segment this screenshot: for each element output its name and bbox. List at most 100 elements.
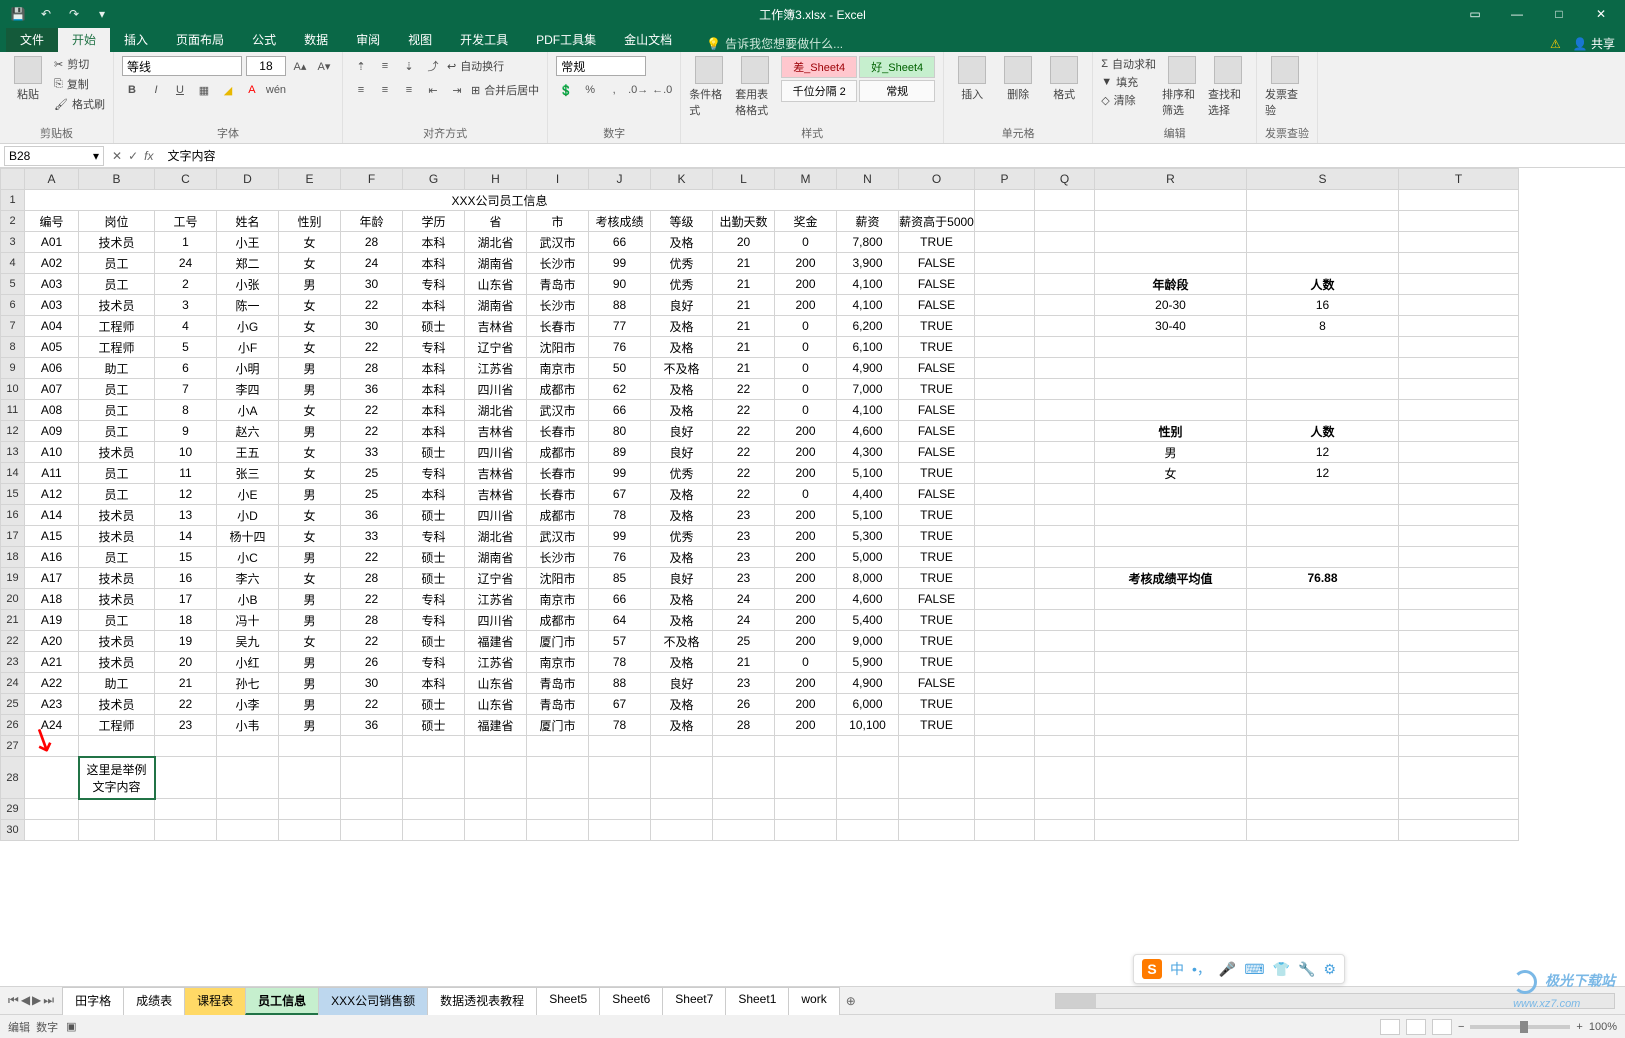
row-header[interactable]: 24	[1, 673, 25, 694]
row-header[interactable]: 8	[1, 337, 25, 358]
sheet-nav-prev-icon[interactable]: ◀	[21, 993, 30, 1008]
cell[interactable]	[1399, 526, 1519, 547]
cell[interactable]	[1035, 190, 1095, 211]
cell[interactable]: 福建省	[465, 715, 527, 736]
cell[interactable]: 良好	[651, 295, 713, 316]
cell[interactable]: 及格	[651, 694, 713, 715]
cell[interactable]: 22	[713, 442, 775, 463]
cell[interactable]: 5,300	[837, 526, 899, 547]
row-header[interactable]: 7	[1, 316, 25, 337]
cell[interactable]: 21	[713, 274, 775, 295]
cell[interactable]: 26	[713, 694, 775, 715]
cell[interactable]: 67	[589, 694, 651, 715]
cell[interactable]: 性别	[1095, 421, 1247, 442]
cell[interactable]: 及格	[651, 232, 713, 253]
cell[interactable]	[713, 736, 775, 757]
cell[interactable]: 22	[713, 421, 775, 442]
cell[interactable]: 6,200	[837, 316, 899, 337]
cell[interactable]: 小红	[217, 652, 279, 673]
cell[interactable]	[79, 736, 155, 757]
col-header[interactable]: D	[217, 169, 279, 190]
cell[interactable]: 36	[341, 505, 403, 526]
cell[interactable]	[975, 715, 1035, 736]
cell[interactable]: 助工	[79, 358, 155, 379]
cell[interactable]	[527, 736, 589, 757]
decrease-decimal-icon[interactable]: ←.0	[652, 80, 672, 100]
cell[interactable]	[589, 799, 651, 820]
cell[interactable]	[1095, 484, 1247, 505]
sheet-nav-last-icon[interactable]: ⏭	[43, 993, 54, 1008]
cell[interactable]	[1035, 568, 1095, 589]
cell[interactable]	[975, 274, 1035, 295]
cell[interactable]: 30	[341, 274, 403, 295]
col-header[interactable]: F	[341, 169, 403, 190]
enter-formula-icon[interactable]: ✓	[128, 149, 138, 163]
cell[interactable]: 2	[155, 274, 217, 295]
row-header[interactable]: 4	[1, 253, 25, 274]
col-header[interactable]: S	[1247, 169, 1399, 190]
cell[interactable]	[975, 694, 1035, 715]
cell[interactable]: 16	[155, 568, 217, 589]
row-header[interactable]: 18	[1, 547, 25, 568]
tab-jinshan[interactable]: 金山文档	[610, 27, 686, 52]
cell[interactable]: 30-40	[1095, 316, 1247, 337]
cell[interactable]: 1	[155, 232, 217, 253]
cell[interactable]: 员工	[79, 421, 155, 442]
align-left-icon[interactable]: ≡	[351, 80, 371, 100]
cell[interactable]: A18	[25, 589, 79, 610]
cell[interactable]: 21	[713, 295, 775, 316]
cell[interactable]	[1247, 715, 1399, 736]
cell[interactable]: 辽宁省	[465, 337, 527, 358]
cell[interactable]: 年龄	[341, 211, 403, 232]
cell[interactable]: 长春市	[527, 484, 589, 505]
cell[interactable]: 女	[279, 526, 341, 547]
cell[interactable]: 技术员	[79, 652, 155, 673]
cell[interactable]: 33	[341, 442, 403, 463]
cell[interactable]: 62	[589, 379, 651, 400]
cell[interactable]	[279, 757, 341, 799]
cell[interactable]: TRUE	[899, 547, 975, 568]
style-bad[interactable]: 差_Sheet4	[781, 56, 857, 78]
cell[interactable]: 及格	[651, 379, 713, 400]
cell[interactable]	[975, 316, 1035, 337]
cell[interactable]	[837, 736, 899, 757]
cell[interactable]: 员工	[79, 274, 155, 295]
cell[interactable]: 女	[279, 568, 341, 589]
cell[interactable]	[1035, 715, 1095, 736]
cell[interactable]	[1247, 694, 1399, 715]
cell[interactable]	[527, 799, 589, 820]
ribbon-options-icon[interactable]: ▭	[1455, 4, 1495, 24]
cell[interactable]	[1035, 694, 1095, 715]
cell[interactable]: 200	[775, 505, 837, 526]
cell[interactable]	[1399, 316, 1519, 337]
cell[interactable]: 4,300	[837, 442, 899, 463]
cell[interactable]: 小韦	[217, 715, 279, 736]
cell[interactable]: 武汉市	[527, 232, 589, 253]
cell[interactable]: TRUE	[899, 337, 975, 358]
cell[interactable]	[1399, 211, 1519, 232]
row-header[interactable]: 15	[1, 484, 25, 505]
cell[interactable]	[1399, 190, 1519, 211]
cell[interactable]: 奖金	[775, 211, 837, 232]
row-header[interactable]: 29	[1, 799, 25, 820]
cell[interactable]: 技术员	[79, 631, 155, 652]
cell[interactable]: 88	[589, 295, 651, 316]
cell[interactable]: 优秀	[651, 526, 713, 547]
cell[interactable]: 这里是举例文字内容	[79, 757, 155, 799]
cell[interactable]	[975, 589, 1035, 610]
col-header[interactable]: J	[589, 169, 651, 190]
cell[interactable]: 员工	[79, 484, 155, 505]
align-bottom-icon[interactable]: ⇣	[399, 56, 419, 76]
cell[interactable]	[1399, 631, 1519, 652]
cell[interactable]: 9	[155, 421, 217, 442]
cell[interactable]: 小E	[217, 484, 279, 505]
col-header[interactable]: I	[527, 169, 589, 190]
cell[interactable]: 22	[155, 694, 217, 715]
cell[interactable]	[1247, 484, 1399, 505]
cell[interactable]	[79, 799, 155, 820]
ime-voice-icon[interactable]: 🎤	[1219, 961, 1236, 978]
cell[interactable]	[1399, 799, 1519, 820]
cell[interactable]: A11	[25, 463, 79, 484]
cell[interactable]: 学历	[403, 211, 465, 232]
cell[interactable]: A03	[25, 295, 79, 316]
